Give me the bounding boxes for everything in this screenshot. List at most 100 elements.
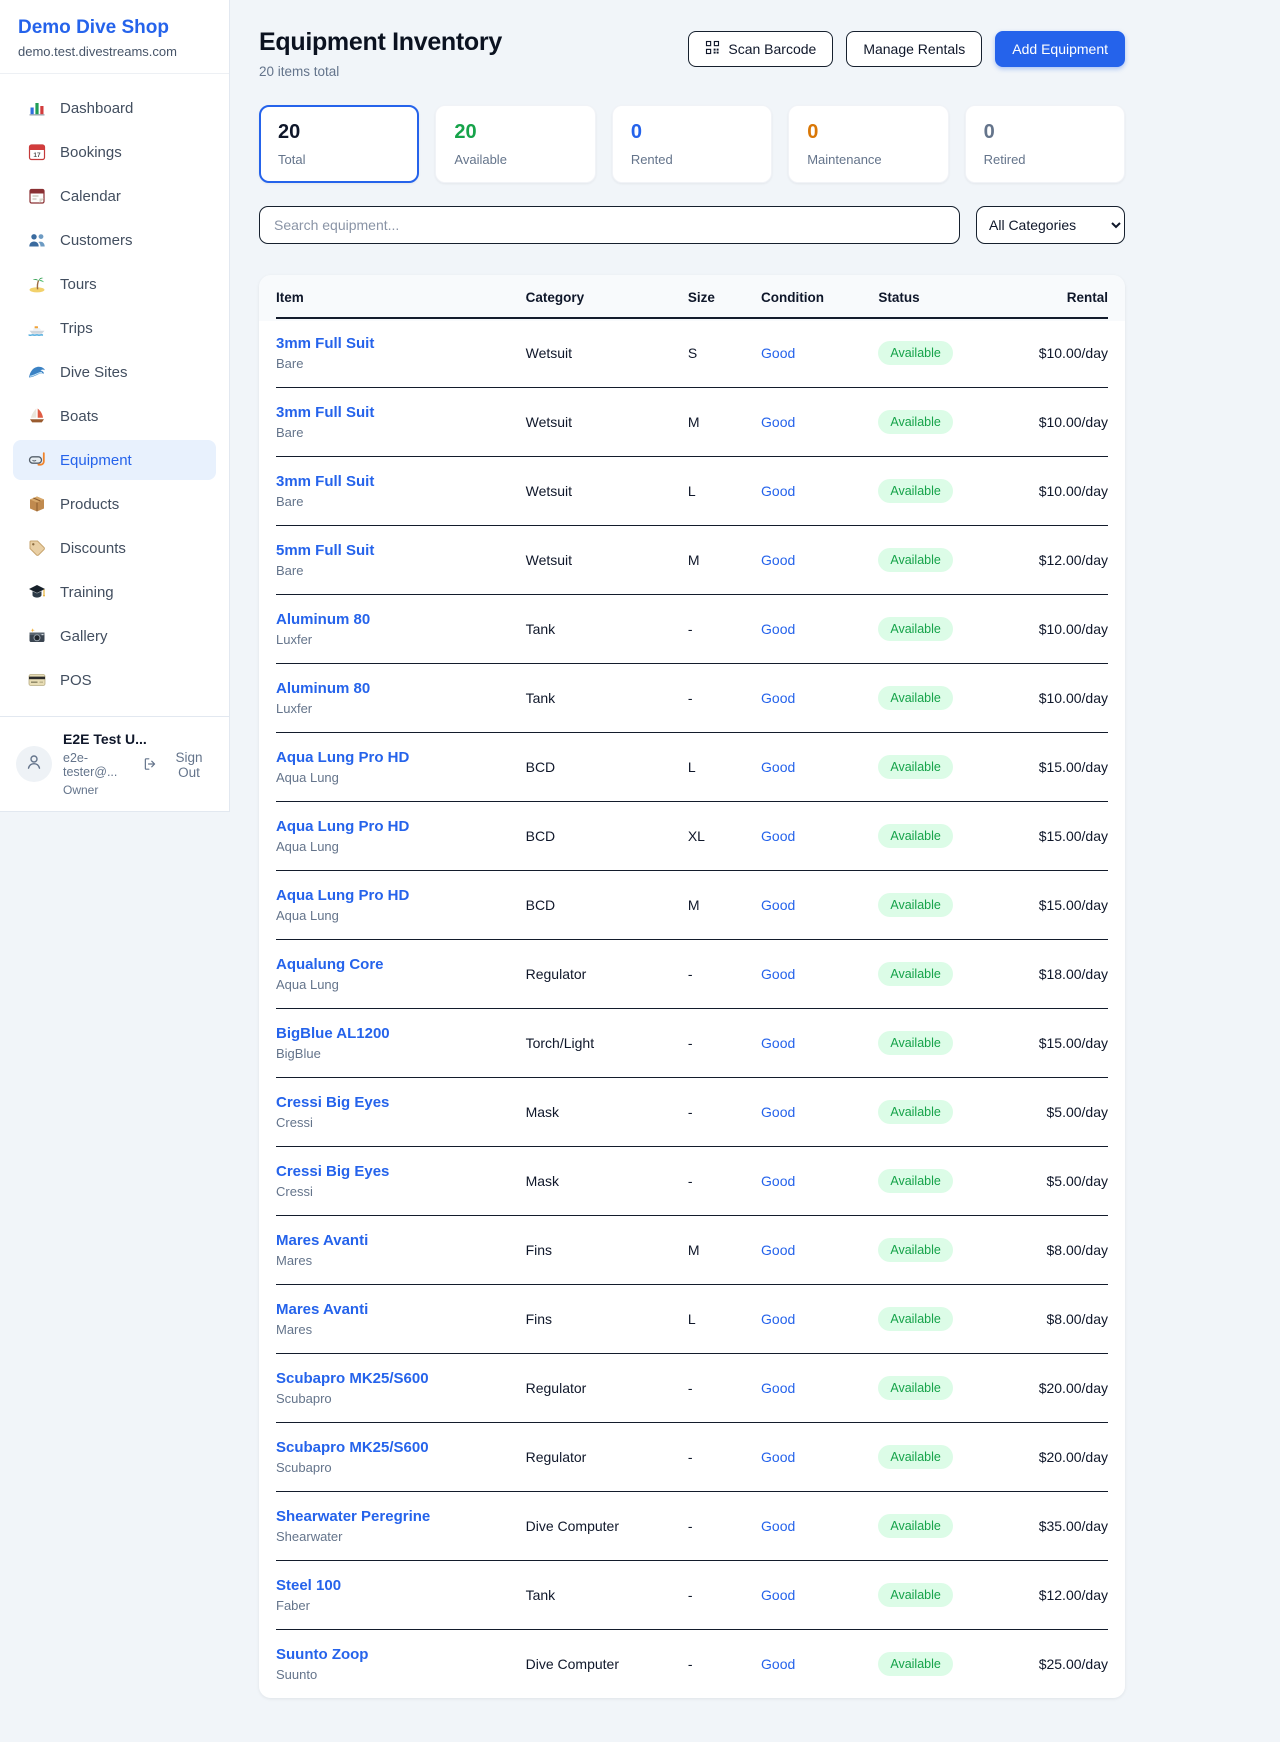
table-row[interactable]: Aqua Lung Pro HD Aqua Lung BCD M Good Av… bbox=[276, 871, 1108, 940]
column-header-status: Status bbox=[878, 275, 1008, 318]
credit-card-icon bbox=[27, 670, 47, 690]
table-row[interactable]: Scubapro MK25/S600 Scubapro Regulator - … bbox=[276, 1354, 1108, 1423]
sailboat-icon bbox=[27, 406, 47, 426]
scan-barcode-button[interactable]: Scan Barcode bbox=[688, 31, 833, 67]
table-row[interactable]: Aluminum 80 Luxfer Tank - Good Available… bbox=[276, 595, 1108, 664]
table-row[interactable]: Cressi Big Eyes Cressi Mask - Good Avail… bbox=[276, 1147, 1108, 1216]
item-condition-link[interactable]: Good bbox=[761, 966, 795, 982]
sidebar-item-products[interactable]: Products bbox=[13, 484, 216, 524]
table-row[interactable]: Mares Avanti Mares Fins L Good Available… bbox=[276, 1285, 1108, 1354]
item-condition-link[interactable]: Good bbox=[761, 483, 795, 499]
table-row[interactable]: 5mm Full Suit Bare Wetsuit M Good Availa… bbox=[276, 526, 1108, 595]
stat-card-total[interactable]: 20 Total bbox=[259, 105, 419, 183]
sidebar-item-dashboard[interactable]: Dashboard bbox=[13, 88, 216, 128]
item-name-link[interactable]: Aluminum 80 bbox=[276, 611, 526, 628]
sidebar-item-gallery[interactable]: Gallery bbox=[13, 616, 216, 656]
item-condition-link[interactable]: Good bbox=[761, 759, 795, 775]
sidebar-item-boats[interactable]: Boats bbox=[13, 396, 216, 436]
equipment-table-card: Item Category Size Condition Status Rent… bbox=[259, 275, 1125, 1698]
search-input[interactable] bbox=[259, 206, 960, 244]
item-name-link[interactable]: Cressi Big Eyes bbox=[276, 1163, 526, 1180]
table-row[interactable]: Steel 100 Faber Tank - Good Available $1… bbox=[276, 1561, 1108, 1630]
item-size: - bbox=[688, 1009, 761, 1078]
item-condition-link[interactable]: Good bbox=[761, 1587, 795, 1603]
table-row[interactable]: 3mm Full Suit Bare Wetsuit M Good Availa… bbox=[276, 388, 1108, 457]
item-condition-link[interactable]: Good bbox=[761, 897, 795, 913]
sidebar-item-equipment[interactable]: Equipment bbox=[13, 440, 216, 480]
table-row[interactable]: Mares Avanti Mares Fins M Good Available… bbox=[276, 1216, 1108, 1285]
item-condition-link[interactable]: Good bbox=[761, 1518, 795, 1534]
stat-card-available[interactable]: 20 Available bbox=[435, 105, 595, 183]
item-name-link[interactable]: Steel 100 bbox=[276, 1577, 526, 1594]
item-condition-link[interactable]: Good bbox=[761, 414, 795, 430]
item-name-link[interactable]: 5mm Full Suit bbox=[276, 542, 526, 559]
sidebar-item-bookings[interactable]: 17 Bookings bbox=[13, 132, 216, 172]
item-brand: Bare bbox=[276, 425, 526, 440]
item-condition-link[interactable]: Good bbox=[761, 1242, 795, 1258]
stat-card-rented[interactable]: 0 Rented bbox=[612, 105, 772, 183]
item-condition-link[interactable]: Good bbox=[761, 1449, 795, 1465]
item-name-link[interactable]: Cressi Big Eyes bbox=[276, 1094, 526, 1111]
item-name-link[interactable]: Aluminum 80 bbox=[276, 680, 526, 697]
item-category: Regulator bbox=[526, 1354, 688, 1423]
item-name-link[interactable]: Mares Avanti bbox=[276, 1301, 526, 1318]
item-condition-link[interactable]: Good bbox=[761, 1380, 795, 1396]
item-name-link[interactable]: Aqua Lung Pro HD bbox=[276, 818, 526, 835]
table-row[interactable]: Shearwater Peregrine Shearwater Dive Com… bbox=[276, 1492, 1108, 1561]
item-condition-link[interactable]: Good bbox=[761, 1311, 795, 1327]
item-condition-link[interactable]: Good bbox=[761, 345, 795, 361]
table-row[interactable]: Aqua Lung Pro HD Aqua Lung BCD L Good Av… bbox=[276, 733, 1108, 802]
stat-card-maintenance[interactable]: 0 Maintenance bbox=[788, 105, 948, 183]
item-name-link[interactable]: 3mm Full Suit bbox=[276, 473, 526, 490]
add-equipment-button[interactable]: Add Equipment bbox=[995, 31, 1125, 67]
item-name-link[interactable]: 3mm Full Suit bbox=[276, 335, 526, 352]
table-row[interactable]: Aqua Lung Pro HD Aqua Lung BCD XL Good A… bbox=[276, 802, 1108, 871]
item-rental-rate: $10.00/day bbox=[1008, 318, 1108, 388]
item-name-link[interactable]: BigBlue AL1200 bbox=[276, 1025, 526, 1042]
item-condition-link[interactable]: Good bbox=[761, 1656, 795, 1672]
table-row[interactable]: 3mm Full Suit Bare Wetsuit L Good Availa… bbox=[276, 457, 1108, 526]
table-row[interactable]: Scubapro MK25/S600 Scubapro Regulator - … bbox=[276, 1423, 1108, 1492]
item-condition-link[interactable]: Good bbox=[761, 828, 795, 844]
item-condition-link[interactable]: Good bbox=[761, 1035, 795, 1051]
item-name-link[interactable]: Suunto Zoop bbox=[276, 1646, 526, 1663]
table-row[interactable]: 3mm Full Suit Bare Wetsuit S Good Availa… bbox=[276, 318, 1108, 388]
sign-out-button[interactable]: Sign Out bbox=[142, 750, 215, 780]
item-size: - bbox=[688, 1147, 761, 1216]
item-name-link[interactable]: Aqua Lung Pro HD bbox=[276, 749, 526, 766]
item-name-link[interactable]: Aqualung Core bbox=[276, 956, 526, 973]
manage-rentals-button[interactable]: Manage Rentals bbox=[846, 31, 982, 67]
sidebar-item-dive-sites[interactable]: Dive Sites bbox=[13, 352, 216, 392]
item-name-link[interactable]: Shearwater Peregrine bbox=[276, 1508, 526, 1525]
sidebar-item-customers[interactable]: Customers bbox=[13, 220, 216, 260]
item-condition-link[interactable]: Good bbox=[761, 621, 795, 637]
item-size: - bbox=[688, 1423, 761, 1492]
sidebar-item-training[interactable]: Training bbox=[13, 572, 216, 612]
table-row[interactable]: Aqualung Core Aqua Lung Regulator - Good… bbox=[276, 940, 1108, 1009]
table-row[interactable]: Cressi Big Eyes Cressi Mask - Good Avail… bbox=[276, 1078, 1108, 1147]
item-condition-link[interactable]: Good bbox=[761, 1173, 795, 1189]
item-condition-link[interactable]: Good bbox=[761, 690, 795, 706]
stat-label: Retired bbox=[984, 152, 1106, 167]
item-name-link[interactable]: Mares Avanti bbox=[276, 1232, 526, 1249]
sidebar-item-trips[interactable]: Trips bbox=[13, 308, 216, 348]
item-name-link[interactable]: 3mm Full Suit bbox=[276, 404, 526, 421]
table-row[interactable]: BigBlue AL1200 BigBlue Torch/Light - Goo… bbox=[276, 1009, 1108, 1078]
sidebar-item-tours[interactable]: Tours bbox=[13, 264, 216, 304]
stat-card-retired[interactable]: 0 Retired bbox=[965, 105, 1125, 183]
item-name-link[interactable]: Aqua Lung Pro HD bbox=[276, 887, 526, 904]
sidebar-item-pos[interactable]: POS bbox=[13, 660, 216, 700]
item-condition-link[interactable]: Good bbox=[761, 552, 795, 568]
item-condition-link[interactable]: Good bbox=[761, 1104, 795, 1120]
table-row[interactable]: Aluminum 80 Luxfer Tank - Good Available… bbox=[276, 664, 1108, 733]
item-name-link[interactable]: Scubapro MK25/S600 bbox=[276, 1370, 526, 1387]
item-brand: Scubapro bbox=[276, 1460, 526, 1475]
item-brand: Cressi bbox=[276, 1115, 526, 1130]
item-name-link[interactable]: Scubapro MK25/S600 bbox=[276, 1439, 526, 1456]
sidebar-item-calendar[interactable]: Calendar bbox=[13, 176, 216, 216]
table-row[interactable]: Suunto Zoop Suunto Dive Computer - Good … bbox=[276, 1630, 1108, 1699]
sidebar-item-discounts[interactable]: Discounts bbox=[13, 528, 216, 568]
column-header-rental: Rental bbox=[1008, 275, 1108, 318]
brand-title[interactable]: Demo Dive Shop bbox=[18, 17, 211, 39]
category-select[interactable]: All Categories bbox=[976, 206, 1125, 244]
